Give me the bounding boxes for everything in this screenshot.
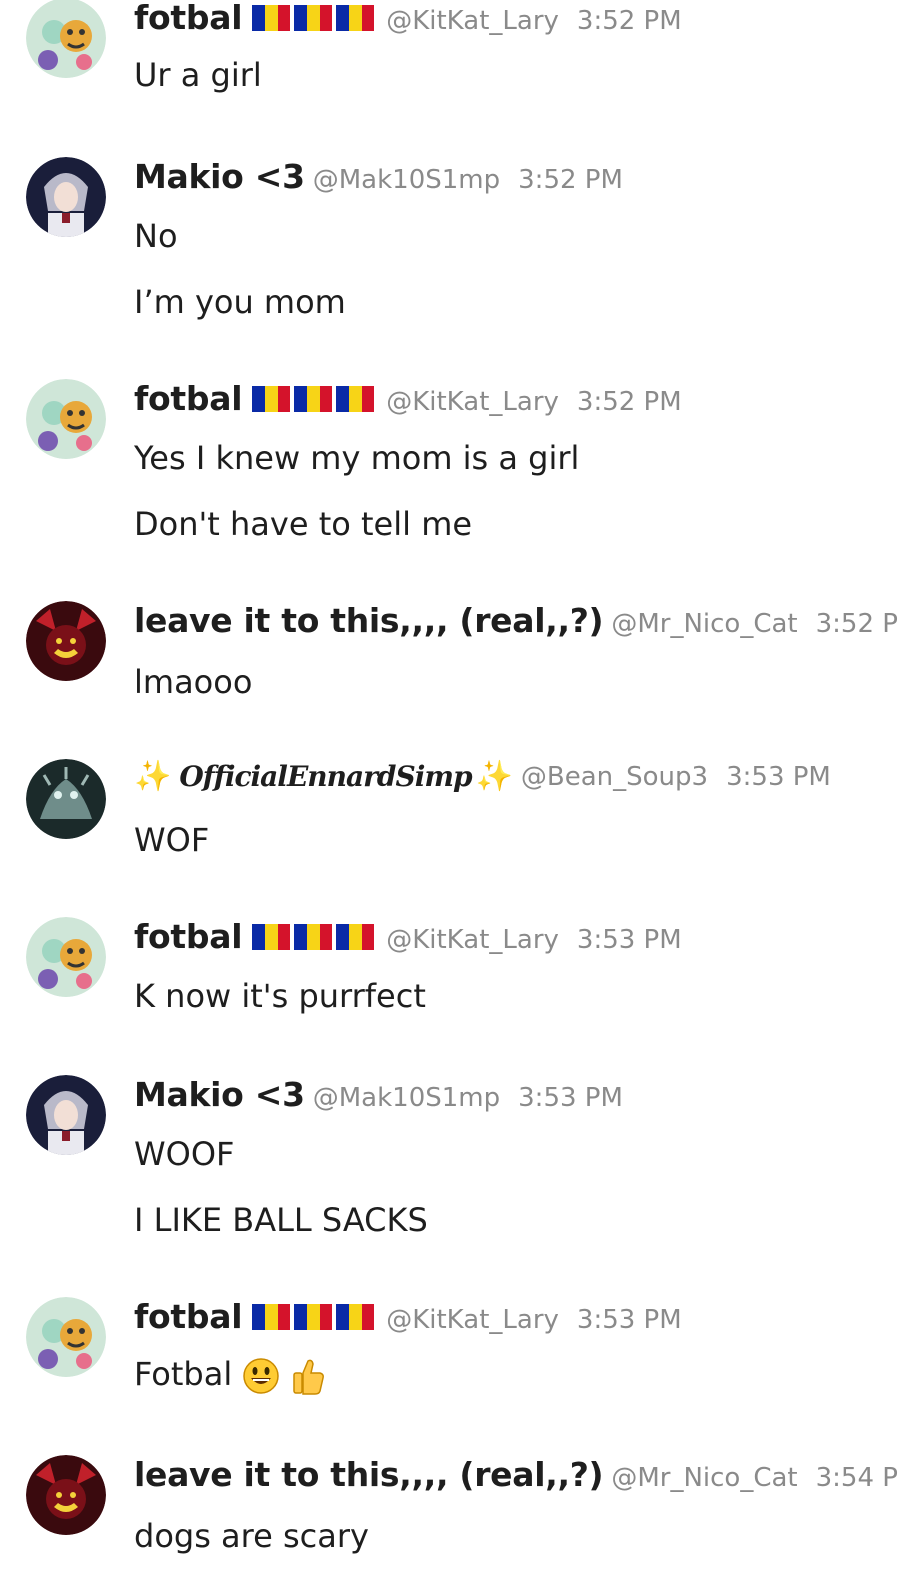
- message-text: dogs are scary: [134, 1517, 369, 1555]
- avatar-nico-cat[interactable]: [26, 601, 106, 681]
- romania-flag-icon: [252, 923, 291, 950]
- message-text: Ur a girl: [134, 56, 262, 94]
- author-name[interactable]: fotbal: [134, 917, 243, 956]
- romania-flag-icon: [252, 1303, 291, 1330]
- timestamp: 3:52 PM: [576, 6, 682, 36]
- avatar-makio[interactable]: [26, 157, 106, 237]
- author-name[interactable]: fotbal: [134, 379, 243, 418]
- sparkle-icon: ✨: [475, 759, 513, 794]
- romania-flag-icon: [336, 1303, 375, 1330]
- author-name[interactable]: leave it to this,,,, (real,,?): [134, 601, 604, 640]
- author-handle[interactable]: @KitKat_Lary: [386, 6, 559, 36]
- message-text: lmaooo: [134, 663, 253, 701]
- avatar-fotbal[interactable]: [26, 1297, 106, 1377]
- author-handle[interactable]: @KitKat_Lary: [386, 1305, 559, 1335]
- author-handle[interactable]: @Mr_Nico_Cat: [611, 609, 797, 639]
- romania-flag-icon: [336, 385, 375, 412]
- author-handle[interactable]: @Bean_Soup3: [521, 762, 708, 792]
- message-text: I’m you mom: [134, 283, 346, 321]
- avatar-makio[interactable]: [26, 1075, 106, 1155]
- romania-flag-icons: [252, 4, 378, 31]
- avatar-fotbal[interactable]: [26, 379, 106, 459]
- timestamp: 3:52 PM: [518, 165, 623, 195]
- romania-flag-icon: [294, 1303, 333, 1330]
- message-text: Fotbal: [134, 1355, 233, 1393]
- message-text: WOF: [134, 821, 210, 859]
- timestamp: 3:52 PM: [815, 609, 900, 639]
- romania-flag-icon: [294, 385, 333, 412]
- avatar-fotbal[interactable]: [26, 0, 106, 78]
- avatar-nico-cat[interactable]: [26, 1455, 106, 1535]
- message-text: K now it's purrfect: [134, 977, 426, 1015]
- author-name[interactable]: leave it to this,,,, (real,,?): [134, 1455, 604, 1494]
- message-line: Fotbal: [134, 1355, 325, 1395]
- timestamp: 3:54 PM: [815, 1463, 900, 1493]
- author-name[interactable]: fotbal: [134, 1297, 243, 1336]
- author-handle[interactable]: @Mak10S1mp: [313, 1083, 500, 1113]
- romania-flag-icon: [252, 4, 291, 31]
- message-text: Yes I knew my mom is a girl: [134, 439, 580, 477]
- message-text: I LIKE BALL SACKS: [134, 1201, 428, 1239]
- grinning-face-emoji-icon: [243, 1358, 280, 1394]
- author-name[interactable]: OfficialEnnardSimp: [179, 760, 472, 793]
- romania-flag-icons: [252, 1303, 378, 1330]
- author-name[interactable]: fotbal: [134, 0, 243, 37]
- timestamp: 3:53 PM: [726, 761, 831, 792]
- romania-flag-icon: [336, 4, 375, 31]
- message-text: No: [134, 217, 178, 255]
- avatar-fotbal[interactable]: [26, 917, 106, 997]
- sparkle-icon: ✨: [134, 759, 172, 794]
- timestamp: 3:53 PM: [518, 1083, 623, 1113]
- author-name[interactable]: Makio <3: [134, 1075, 305, 1114]
- timestamp: 3:52 PM: [576, 387, 682, 417]
- message-text: WOOF: [134, 1135, 235, 1173]
- author-handle[interactable]: @KitKat_Lary: [386, 387, 559, 417]
- author-handle[interactable]: @Mak10S1mp: [313, 165, 500, 195]
- thumbs-up-emoji-icon: [292, 1359, 324, 1395]
- author-handle[interactable]: @KitKat_Lary: [386, 925, 559, 955]
- romania-flag-icon: [252, 385, 291, 412]
- romania-flag-icons: [252, 923, 378, 950]
- avatar-ennard-simp[interactable]: [26, 759, 106, 839]
- author-name[interactable]: Makio <3: [134, 157, 305, 196]
- romania-flag-icons: [252, 385, 378, 412]
- timestamp: 3:53 PM: [576, 1305, 682, 1335]
- timestamp: 3:53 PM: [576, 925, 682, 955]
- romania-flag-icon: [294, 923, 333, 950]
- romania-flag-icon: [294, 4, 333, 31]
- message-text: Don't have to tell me: [134, 505, 473, 543]
- author-handle[interactable]: @Mr_Nico_Cat: [611, 1463, 797, 1493]
- romania-flag-icon: [336, 923, 375, 950]
